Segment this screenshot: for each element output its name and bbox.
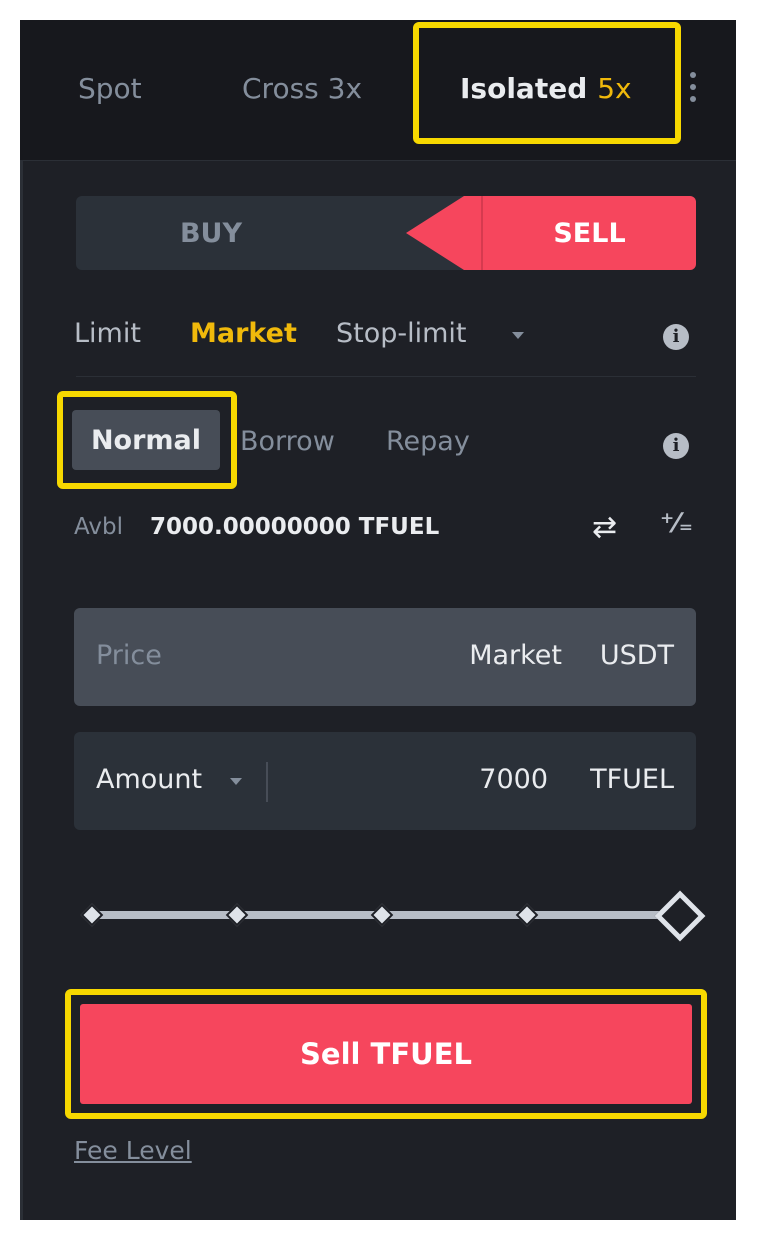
info-icon[interactable]: i [663,324,689,350]
amount-unit: TFUEL [590,764,674,795]
panel-edge [20,160,23,1220]
amount-slider[interactable] [80,890,708,942]
transfer-icon[interactable]: ⇄ [592,510,617,545]
highlight-box-normal [57,391,237,489]
amount-value[interactable]: 7000 [479,764,548,795]
slider-stop-25[interactable] [225,903,249,927]
amount-field[interactable]: Amount 7000 TFUEL [74,732,696,830]
field-divider [266,762,268,802]
amount-label[interactable]: Amount [96,764,202,795]
available-balance: 7000.00000000 TFUEL [150,514,440,540]
more-options-icon[interactable] [688,72,698,112]
fee-level-link[interactable]: Fee Level [74,1136,192,1165]
highlight-box-sell [65,989,707,1119]
mode-borrow[interactable]: Borrow [240,426,335,457]
slider-stop-75[interactable] [515,903,539,927]
margin-mode-tabs: Spot Cross 3x Isolated 5x [20,20,736,161]
order-type-stop-limit[interactable]: Stop-limit [336,318,467,349]
available-label: Avbl [74,514,123,540]
sell-button[interactable]: SELL [481,196,696,270]
price-value: Market [469,640,562,671]
order-type-limit[interactable]: Limit [74,318,141,349]
divider [76,376,696,377]
price-field[interactable]: Price Market USDT [74,608,696,706]
chevron-down-icon[interactable] [230,778,242,785]
price-unit: USDT [599,640,674,671]
slider-stop-0[interactable] [80,903,104,927]
slider-stop-50[interactable] [370,903,394,927]
order-type-market[interactable]: Market [190,318,297,349]
highlight-box-isolated [413,22,681,144]
percent-icon[interactable]: ⁺⁄₌ [660,508,693,539]
tab-cross[interactable]: Cross 3x [242,72,362,105]
price-label: Price [96,640,162,671]
order-panel: Spot Cross 3x Isolated 5x BUY SELL Limit … [20,20,736,1220]
mode-repay[interactable]: Repay [386,426,470,457]
chevron-down-icon[interactable] [512,332,524,339]
info-icon[interactable]: i [663,433,689,459]
buy-sell-toggle: BUY SELL [76,196,696,270]
tab-spot[interactable]: Spot [78,72,142,105]
buy-button[interactable]: BUY [76,196,346,270]
slider-thumb[interactable] [654,890,706,942]
